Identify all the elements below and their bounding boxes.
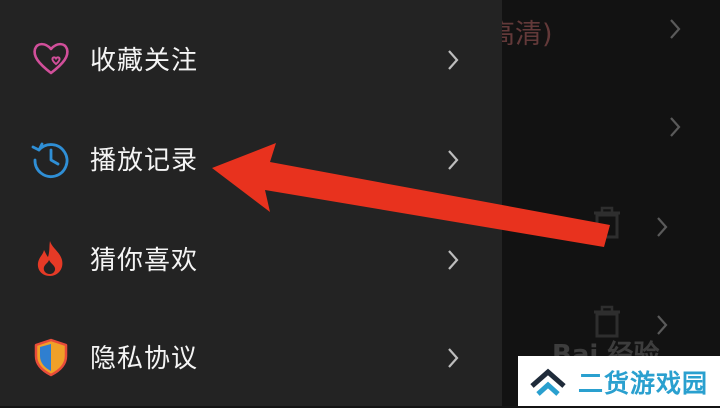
site-logo-icon xyxy=(530,368,566,396)
chevron-right-icon xyxy=(448,50,459,70)
chevron-right-icon[interactable] xyxy=(665,16,685,42)
trash-icon[interactable] xyxy=(590,205,624,241)
menu-item-recommend[interactable]: 猜你喜欢 xyxy=(0,220,502,310)
menu-item-label: 隐私协议 xyxy=(90,344,199,374)
chevron-right-icon xyxy=(448,250,459,270)
chevron-right-icon xyxy=(448,348,459,368)
heart-outline-icon xyxy=(33,42,69,75)
chevron-right-icon[interactable] xyxy=(665,114,685,140)
watermark-badge: 二货游戏园 xyxy=(518,356,720,406)
menu-item-favorites[interactable]: 收藏关注 xyxy=(0,20,502,110)
chevron-right-icon xyxy=(448,150,459,170)
flame-icon xyxy=(37,241,63,276)
shield-icon xyxy=(34,338,68,377)
watermark-text: 二货游戏园 xyxy=(578,369,709,398)
menu-item-privacy[interactable]: 隐私协议 xyxy=(0,318,502,408)
menu-item-history[interactable]: 播放记录 xyxy=(0,120,502,210)
chevron-right-icon[interactable] xyxy=(652,214,672,240)
menu-item-label: 猜你喜欢 xyxy=(90,246,199,276)
side-drawer: 收藏关注 播放记录 猜你喜欢 隐私协议 xyxy=(0,0,502,406)
menu-item-label: 播放记录 xyxy=(90,146,199,176)
history-clock-icon xyxy=(31,142,69,178)
menu-item-label: 收藏关注 xyxy=(90,46,199,76)
